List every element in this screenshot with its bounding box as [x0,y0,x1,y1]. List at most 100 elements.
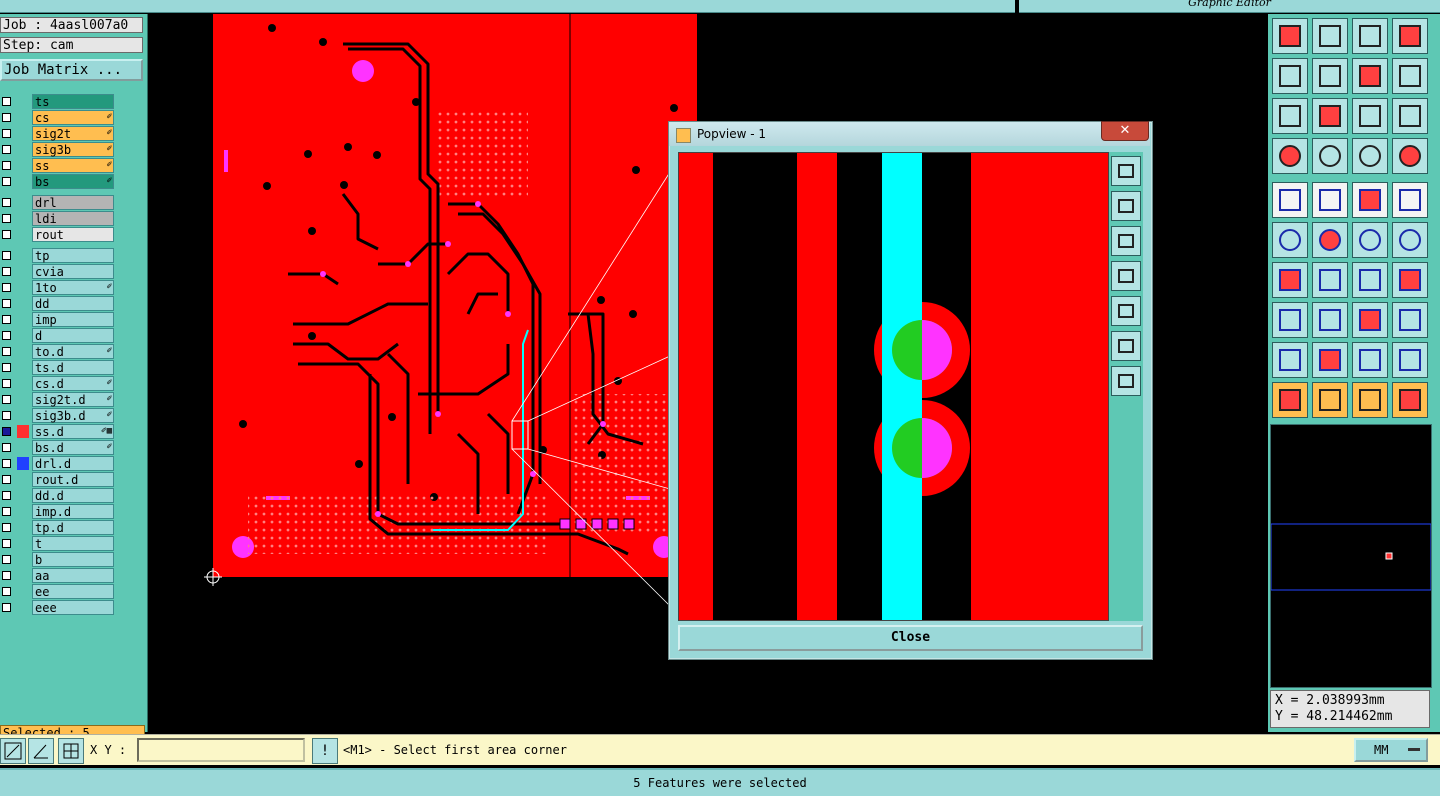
layer-row[interactable]: ldi [0,211,116,226]
layer-checkbox[interactable] [2,214,11,223]
layer-flag[interactable] [17,265,29,278]
layer-checkbox[interactable] [2,475,11,484]
layer-checkbox[interactable] [2,603,11,612]
add-pad-icon[interactable] [1272,302,1308,338]
layer-row[interactable]: ts [0,94,116,109]
pan-right-icon[interactable] [1111,296,1141,326]
layer-checkbox[interactable] [2,198,11,207]
layer-flag[interactable] [17,345,29,358]
layer-row[interactable]: bs ✐ [0,174,116,189]
zoom-in-icon[interactable] [1111,331,1141,361]
layer-checkbox[interactable] [2,507,11,516]
layer-name[interactable]: sig3b.d [32,408,114,423]
shape-icon[interactable] [1392,342,1428,378]
layer-checkbox[interactable] [2,395,11,404]
zoom-fit-icon[interactable] [1272,98,1308,134]
layer-row[interactable]: d [0,328,116,343]
layer-name[interactable]: dd.d [32,488,114,503]
layer-row[interactable]: aa [0,568,116,583]
layer-flag[interactable] [17,601,29,614]
pan-down-icon[interactable] [1111,226,1141,256]
layer-checkbox[interactable] [2,145,11,154]
snap-icon[interactable] [0,738,26,764]
layer-flag[interactable] [17,473,29,486]
layer-name[interactable]: imp.d [32,504,114,519]
cut-icon[interactable] [1312,182,1348,218]
move-left-icon[interactable] [1272,58,1308,94]
layer-checkbox[interactable] [2,97,11,106]
zoom-selection-icon[interactable] [1312,98,1348,134]
layer-row[interactable]: 1to ✐ [0,280,116,295]
layer-row[interactable]: drl [0,195,116,210]
layer-row[interactable]: cs.d ✐ [0,376,116,391]
pan-left-icon[interactable] [1111,261,1141,291]
layer-row[interactable]: ts.d [0,360,116,375]
ruler-icon[interactable] [1352,182,1388,218]
layer-checkbox[interactable] [2,443,11,452]
netlist-icon[interactable] [1352,138,1388,174]
layer-checkbox[interactable] [2,299,11,308]
work-layer-icon[interactable] [17,425,29,438]
pad-icon[interactable] [1272,182,1308,218]
pan-up-icon[interactable] [1111,191,1141,221]
alert-icon[interactable]: ! [312,738,338,764]
layer-name[interactable]: imp [32,312,114,327]
layer-checkbox[interactable] [2,267,11,276]
mirror-icon[interactable] [1392,262,1428,298]
measure-icon[interactable] [28,738,54,764]
layer-row[interactable]: eee [0,600,116,615]
layer-name[interactable]: bs [32,174,114,189]
layer-row[interactable]: imp [0,312,116,327]
layer-name[interactable]: sig3b [32,142,114,157]
layer-row[interactable]: tp [0,248,116,263]
layer-row[interactable]: ss.d ✐▦ [0,424,116,439]
units-selector[interactable]: MM [1354,738,1428,762]
layer-flag[interactable] [17,228,29,241]
triangle-icon[interactable] [1272,342,1308,378]
layer-name[interactable]: drl [32,195,114,210]
layer-checkbox[interactable] [2,331,11,340]
layer-row[interactable]: cvia [0,264,116,279]
layer-checkbox[interactable] [2,379,11,388]
layer-checkbox[interactable] [2,251,11,260]
layer-flag[interactable] [17,377,29,390]
layer-checkbox[interactable] [2,555,11,564]
select-poly-icon[interactable] [1352,382,1388,418]
flat-line-icon[interactable] [1312,302,1348,338]
layer-name[interactable]: 1to [32,280,114,295]
layer-checkbox[interactable] [2,283,11,292]
layer-row[interactable]: rout.d [0,472,116,487]
home-icon[interactable] [1352,18,1388,54]
scale-icon[interactable] [1352,98,1388,134]
layer-row[interactable]: sig2t.d ✐ [0,392,116,407]
layer-name[interactable]: ts.d [32,360,114,375]
layer-flag[interactable] [17,95,29,108]
layer-checkbox[interactable] [2,523,11,532]
layer-row[interactable]: sig3b.d ✐ [0,408,116,423]
layer-row[interactable]: tp.d [0,520,116,535]
layer-flag[interactable] [17,313,29,326]
redo-view-icon[interactable] [1392,58,1428,94]
snap-point-icon[interactable] [1352,222,1388,258]
layer-row[interactable]: sig2t ✐ [0,126,116,141]
layer-flag[interactable] [17,537,29,550]
layer-name[interactable]: to.d [32,344,114,359]
select-arrow-icon[interactable] [1272,382,1308,418]
layer-name[interactable]: tp [32,248,114,263]
close-button[interactable]: Close [678,625,1143,651]
layer-row[interactable]: rout [0,227,116,242]
layer-name[interactable]: eee [32,600,114,615]
layer-checkbox[interactable] [2,129,11,138]
layer-flag[interactable] [17,175,29,188]
arc-icon[interactable] [1312,342,1348,378]
settings-icon[interactable] [1272,138,1308,174]
popview-titlebar[interactable]: Popview - 1 [669,122,1150,146]
layer-name[interactable]: ss [32,158,114,173]
select-box-icon[interactable] [1312,382,1348,418]
layer-name[interactable]: ee [32,584,114,599]
layer-name[interactable]: b [32,552,114,567]
layer-name[interactable]: cs.d [32,376,114,391]
layer-checkbox[interactable] [2,459,11,468]
layer-name[interactable]: ts [32,94,114,109]
select-net-icon[interactable] [1392,382,1428,418]
